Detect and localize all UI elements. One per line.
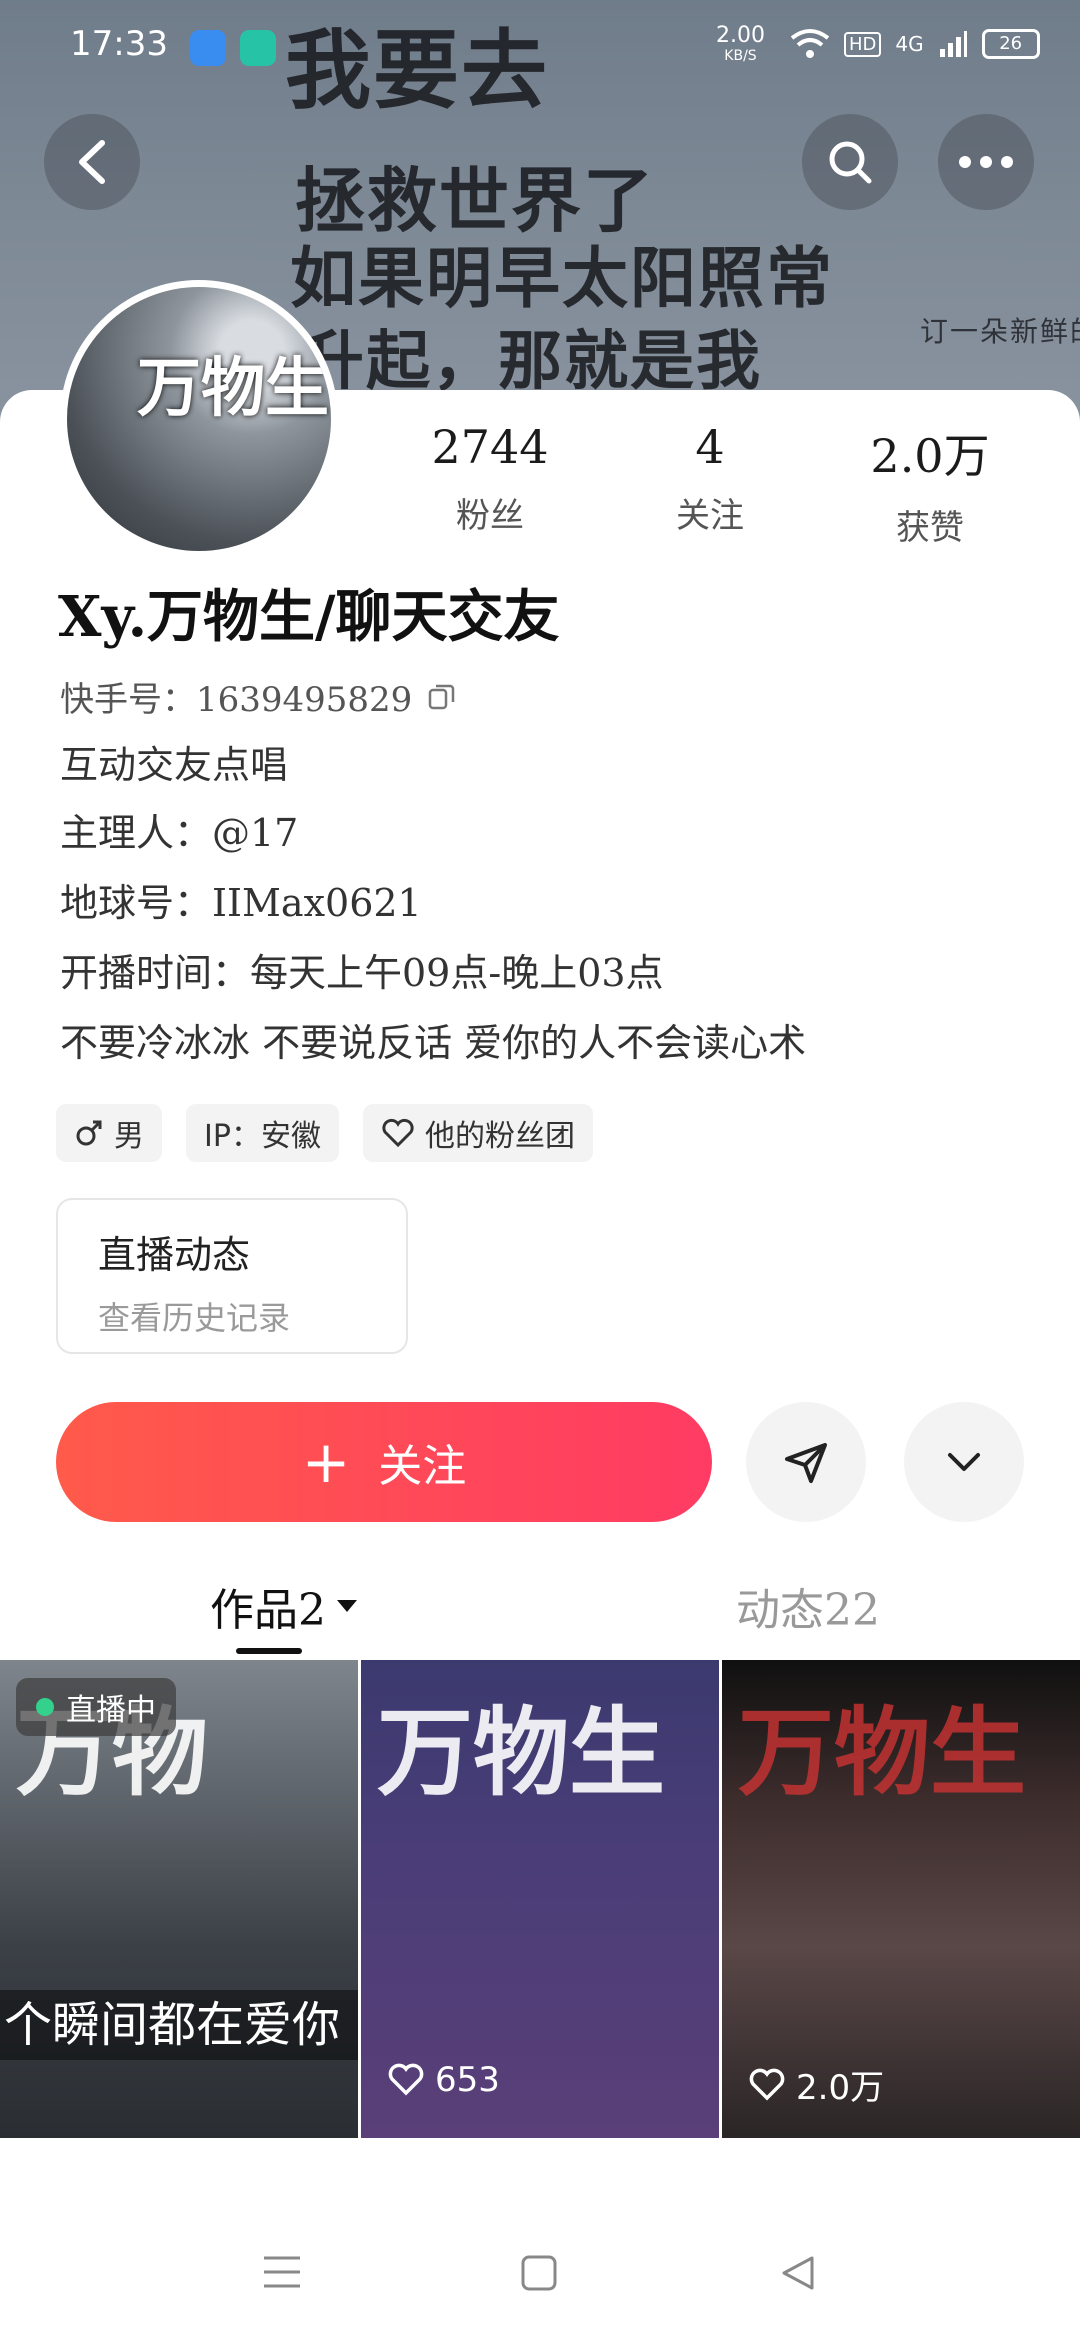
search-icon	[829, 141, 872, 184]
stat-following-label: 关注	[676, 496, 744, 536]
live-history-subtitle: 查看历史记录	[98, 1299, 291, 1337]
stat-fans-value: 2744	[431, 420, 549, 474]
system-nav-bar	[0, 2200, 1080, 2340]
male-icon	[76, 1120, 102, 1146]
profile-stats: 2744 粉丝 4 关注 2.0万 获赞	[380, 420, 1040, 549]
work-likes-count: 653	[435, 2060, 500, 2100]
gender-label: 男	[114, 1119, 144, 1154]
work-likes: 653	[387, 2060, 500, 2100]
user-id-row[interactable]: 快手号：1639495829	[60, 672, 456, 721]
avatar-lettering: 万物生	[137, 351, 329, 426]
network-type: 4G	[895, 32, 924, 56]
chevron-down-icon	[948, 1453, 980, 1471]
live-dot-icon	[36, 1698, 54, 1716]
work-thumbnail[interactable]: 万物生 2.0万	[722, 1660, 1080, 2138]
avatar[interactable]: 万物生	[60, 280, 338, 558]
fan-group-tag[interactable]: 他的粉丝团	[362, 1104, 593, 1162]
work-thumbnail-title: 万物生	[377, 1696, 665, 1809]
nav-back-icon[interactable]	[778, 2254, 816, 2292]
battery-indicator: 26	[981, 29, 1040, 59]
profile-name: Xy.万物生/聊天交友	[58, 584, 560, 650]
home-icon[interactable]	[520, 2254, 558, 2292]
send-message-button[interactable]	[746, 1402, 866, 1522]
follow-label: 关注	[378, 1441, 467, 1492]
caret-down-icon	[337, 1600, 357, 1612]
user-id: 快手号：1639495829	[60, 680, 413, 720]
network-speed-unit: KB/S	[724, 48, 757, 64]
bio-line-3: 地球号：IIMax0621	[60, 881, 422, 925]
signal-icon	[939, 31, 967, 57]
stat-fans[interactable]: 2744 粉丝	[380, 420, 600, 549]
work-thumbnail[interactable]: 万物 直播中 个瞬间都在爱你	[0, 1660, 358, 2138]
expand-button[interactable]	[904, 1402, 1024, 1522]
network-speed-value: 2.00	[716, 23, 765, 48]
bio-line-5: 不要冷冰冰 不要说反话 爱你的人不会读心术	[60, 1021, 807, 1065]
status-bar: 17:33 2.00 KB/S HD 4G 26	[0, 0, 1080, 96]
more-icon	[959, 156, 1013, 168]
content-tabs: 作品2 动态22	[0, 1560, 1080, 1660]
app-notification-icon	[190, 30, 226, 66]
plus-icon: +	[301, 1428, 351, 1496]
tab-works-label: 作品2	[210, 1585, 326, 1636]
heart-icon	[749, 2068, 785, 2100]
wifi-icon	[790, 29, 830, 58]
work-caption: 个瞬间都在爱你	[0, 1990, 358, 2060]
back-icon	[79, 140, 105, 184]
stat-likes-value: 2.0万	[870, 429, 990, 483]
menu-icon[interactable]	[262, 2254, 302, 2290]
bio-line-1: 互动交友点唱	[60, 743, 289, 787]
tab-moments[interactable]: 动态22	[736, 1574, 880, 1638]
work-thumbnail[interactable]: 万物生 653	[361, 1660, 719, 2138]
gender-tag: 男	[56, 1104, 162, 1162]
stat-likes[interactable]: 2.0万 获赞	[820, 420, 1040, 549]
more-button[interactable]	[938, 114, 1034, 210]
back-button[interactable]	[44, 114, 140, 210]
live-history-card[interactable]: 直播动态 查看历史记录	[56, 1198, 408, 1354]
profile-tags: 男 IP：安徽 他的粉丝团	[56, 1104, 593, 1162]
status-time: 17:33	[70, 24, 168, 64]
search-button[interactable]	[802, 114, 898, 210]
status-icons: HD 4G 26	[790, 28, 1040, 60]
stat-likes-label: 获赞	[896, 508, 964, 548]
work-likes: 2.0万	[748, 2060, 884, 2109]
send-icon	[785, 1443, 827, 1483]
bio-line-4: 开播时间：每天上午09点-晚上03点	[60, 951, 664, 995]
stat-following[interactable]: 4 关注	[600, 420, 820, 549]
work-thumbnail-title: 万物生	[738, 1696, 1026, 1809]
live-history-title: 直播动态	[98, 1233, 251, 1277]
bio-line-2: 主理人：@17	[60, 811, 299, 855]
live-badge-label: 直播中	[66, 1693, 156, 1728]
follow-button[interactable]: + 关注	[56, 1402, 712, 1522]
active-tab-indicator	[236, 1648, 302, 1654]
live-badge: 直播中	[16, 1678, 176, 1736]
work-likes-count: 2.0万	[796, 2068, 885, 2108]
fan-group-label: 他的粉丝团	[424, 1119, 575, 1154]
works-grid: 万物 直播中 个瞬间都在爱你 万物生 653 万物生 2.0万	[0, 1660, 1080, 2138]
heart-icon	[382, 1118, 414, 1148]
heart-icon	[388, 2063, 424, 2096]
copy-icon[interactable]	[426, 682, 456, 712]
chat-notification-icon	[240, 30, 276, 66]
stat-following-value: 4	[695, 420, 725, 474]
cover-line-5: 订一朵新鲜的云	[920, 315, 1080, 348]
network-speed: 2.00 KB/S	[716, 23, 765, 66]
cover-line-3: 如果明早太阳照常	[290, 239, 834, 317]
hd-badge: HD	[844, 31, 882, 57]
stat-fans-label: 粉丝	[456, 496, 524, 536]
ip-tag: IP：安徽	[186, 1104, 339, 1162]
ip-label: IP：安徽	[204, 1119, 321, 1154]
cover-line-4: 升起，那就是我	[300, 324, 762, 399]
tab-works[interactable]: 作品2	[210, 1574, 360, 1638]
